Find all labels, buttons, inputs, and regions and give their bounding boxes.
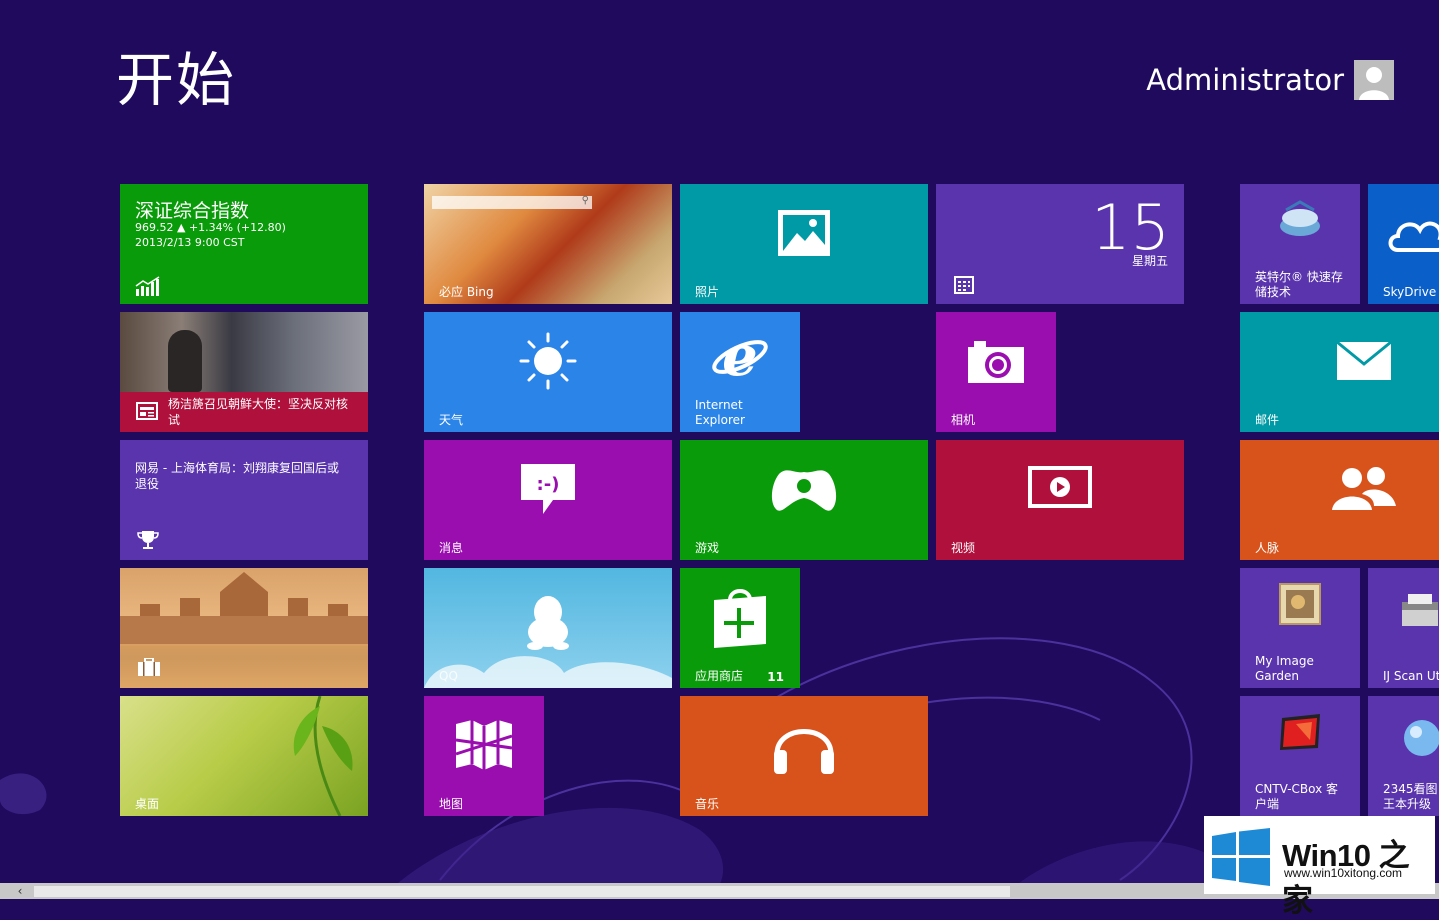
tile-photos-label: 照片: [695, 285, 720, 299]
tile-ie-label: Internet Explorer: [695, 398, 745, 427]
svg-text::-): :-): [537, 474, 560, 495]
user-avatar-icon: [1354, 60, 1394, 100]
tile-mail[interactable]: 邮件: [1240, 312, 1439, 432]
penguin-icon: [527, 596, 569, 650]
tile-news[interactable]: 杨洁篪召见朝鲜大使：坚决反对核试: [120, 312, 368, 432]
tile-calendar[interactable]: 15 星期五: [936, 184, 1184, 304]
tile-ijscan[interactable]: IJ Scan Ut: [1368, 568, 1439, 688]
chat-bubble-icon: :-): [521, 464, 575, 514]
map-icon: [455, 720, 513, 770]
tile-camera-label: 相机: [951, 413, 976, 427]
news-person: [168, 330, 202, 392]
camera-icon: [968, 341, 1024, 383]
video-play-icon: [1028, 466, 1092, 508]
user-name: Administrator: [1146, 63, 1344, 97]
trophy-icon: [137, 531, 159, 549]
tile-skydrive-label: SkyDrive: [1383, 285, 1437, 299]
tile-qq[interactable]: QQ: [424, 568, 672, 688]
tile-store[interactable]: 应用商店 11: [680, 568, 800, 688]
tile-intel[interactable]: 英特尔® 快速存储技术: [1240, 184, 1360, 304]
site-watermark: Win10 之家 www.win10xitong.com: [1204, 816, 1435, 918]
news-photo: [120, 312, 368, 392]
tile-bing-label: 必应 Bing: [439, 285, 494, 299]
tile-ie[interactable]: e Internet Explorer: [680, 312, 800, 432]
storage-drive-icon: [1280, 200, 1320, 236]
tile-sports[interactable]: 网易 - 上海体育局：刘翔康复回国后或退役: [120, 440, 368, 560]
tile-games-label: 游戏: [695, 541, 720, 555]
tile-skydrive[interactable]: SkyDrive: [1368, 184, 1439, 304]
tile-cntv-label: CNTV-CBox 客户端: [1255, 782, 1339, 811]
store-bag-icon: [714, 589, 766, 648]
tile-maps-label: 地图: [439, 797, 464, 811]
envelope-icon: [1336, 340, 1392, 380]
tile-ijscan-label: IJ Scan Ut: [1383, 669, 1439, 683]
tile-store-label: 应用商店: [695, 669, 744, 683]
tile-messaging[interactable]: :-) 消息: [424, 440, 672, 560]
tile-music[interactable]: 音乐: [680, 696, 928, 816]
calendar-icon: [954, 276, 974, 294]
picture-icon: [778, 210, 830, 256]
tile-qq-label: QQ: [439, 669, 458, 683]
start-title: 开始: [116, 46, 237, 114]
tile-people[interactable]: 人脉: [1240, 440, 1439, 560]
tile-maps[interactable]: 地图: [424, 696, 544, 816]
tile-messaging-label: 消息: [439, 541, 464, 555]
chart-icon: [135, 276, 160, 296]
tile-2345viewer-label: 2345看图王本升级: [1383, 782, 1438, 811]
tile-games[interactable]: 游戏: [680, 440, 928, 560]
windows-logo-icon: [1212, 828, 1270, 886]
sports-headline: 网易 - 上海体育局：刘翔康复回国后或退役: [135, 461, 339, 491]
calendar-weekday: 星期五: [1131, 254, 1168, 268]
scrollbar-thumb[interactable]: [34, 886, 1010, 897]
tile-myimage-label: My Image Garden: [1255, 654, 1314, 683]
tile-myimage[interactable]: My Image Garden: [1240, 568, 1360, 688]
suitcase-icon: [138, 658, 160, 676]
tile-desktop[interactable]: 桌面: [120, 696, 368, 816]
tile-weather[interactable]: 天气: [424, 312, 672, 432]
scanner-icon: [1402, 594, 1438, 626]
newspaper-icon: [136, 402, 158, 420]
tile-travel[interactable]: [120, 568, 368, 688]
game-controller-icon: [771, 470, 837, 511]
tile-people-label: 人脉: [1255, 541, 1280, 555]
tile-mail-label: 邮件: [1255, 413, 1280, 427]
headphones-icon: [774, 729, 834, 774]
finance-title: 深证综合指数: [135, 200, 250, 222]
store-update-count: 11: [767, 670, 784, 684]
tile-video[interactable]: 视频: [936, 440, 1184, 560]
cloud-icon: [1388, 221, 1439, 252]
tile-intel-label: 英特尔® 快速存储技术: [1255, 270, 1343, 299]
bing-search-box[interactable]: ⚲: [432, 195, 592, 209]
tile-music-label: 音乐: [695, 797, 720, 811]
tile-video-label: 视频: [951, 541, 976, 555]
image-garden-icon: [1279, 583, 1321, 625]
people-icon: [1332, 467, 1396, 510]
tile-desktop-label: 桌面: [135, 797, 160, 811]
sun-icon: [519, 332, 577, 390]
tile-2345viewer[interactable]: 2345看图王本升级: [1368, 696, 1439, 816]
leaf-image: [293, 696, 353, 816]
watermark-url: www.win10xitong.com: [1284, 866, 1403, 880]
viewer-globe-icon: [1404, 720, 1439, 756]
tile-cntv[interactable]: CNTV-CBox 客户端: [1240, 696, 1360, 816]
svg-text:e: e: [722, 327, 758, 383]
internet-explorer-icon: e: [712, 327, 768, 383]
tile-finance[interactable]: 深证综合指数 969.52 ▲ +1.34% (+12.80) 2013/2/1…: [120, 184, 368, 304]
tile-photos[interactable]: 照片: [680, 184, 928, 304]
user-account[interactable]: Administrator: [1146, 58, 1394, 102]
finance-date: 2013/2/13 9:00 CST: [135, 236, 245, 249]
cntv-tv-icon: [1280, 714, 1320, 750]
tile-weather-label: 天气: [439, 413, 464, 427]
search-icon: ⚲: [581, 195, 589, 206]
tile-bing[interactable]: ⚲ 必应 Bing: [424, 184, 672, 304]
news-headline: 杨洁篪召见朝鲜大使：坚决反对核试: [168, 397, 349, 427]
tile-camera[interactable]: 相机: [936, 312, 1056, 432]
finance-value: 969.52 ▲ +1.34% (+12.80): [135, 221, 286, 234]
scroll-left-arrow-icon[interactable]: ‹: [12, 883, 28, 899]
